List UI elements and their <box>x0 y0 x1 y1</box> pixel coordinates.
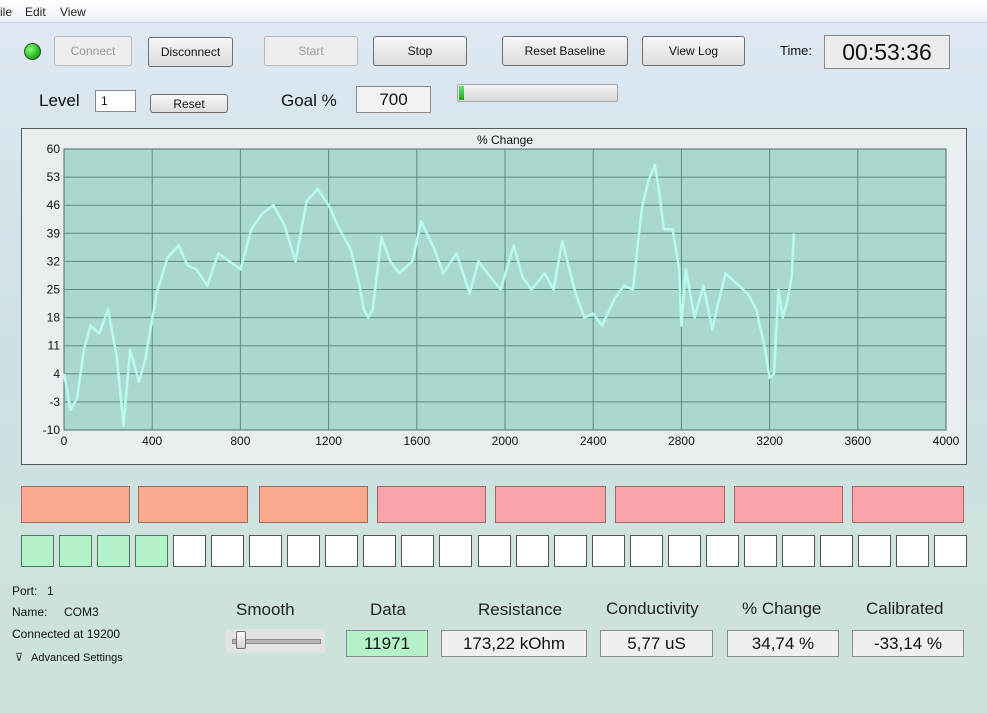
y-tick-label: 18 <box>47 311 61 325</box>
percent-change-chart: 0 400 800 1200 1600 2000 2400 2800 3200 3600 4000 6… <box>21 128 967 465</box>
x-tick-label: 0 <box>61 434 68 448</box>
goal-progress-fill <box>459 86 464 100</box>
y-tick-label: 32 <box>47 254 61 268</box>
y-tick-label: -3 <box>49 395 60 409</box>
y-tick-label: 25 <box>47 283 61 297</box>
percent-change-value: 34,74 % <box>727 630 839 657</box>
level-square-8 <box>287 535 320 567</box>
level-square-1 <box>21 535 54 567</box>
time-label: Time: <box>780 43 813 58</box>
level-square-12 <box>439 535 472 567</box>
x-tick-label: 2400 <box>580 434 607 448</box>
advanced-settings-link[interactable]: Advanced Settings <box>31 652 123 664</box>
indicator-block-4 <box>377 486 486 523</box>
x-tick-label: 800 <box>230 434 250 448</box>
level-square-25 <box>934 535 967 567</box>
chart-title: % Change <box>477 133 533 147</box>
x-tick-label: 2000 <box>492 434 519 448</box>
calibrated-header: Calibrated <box>866 599 944 618</box>
name-label: Name: <box>12 605 48 619</box>
x-tick-label: 400 <box>142 434 162 448</box>
level-square-20 <box>744 535 777 567</box>
y-tick-label: 60 <box>47 142 61 156</box>
indicator-block-2 <box>138 486 248 523</box>
level-square-17 <box>630 535 663 567</box>
name-value: COM3 <box>64 605 99 619</box>
goal-label: Goal % <box>281 91 337 110</box>
level-square-15 <box>554 535 587 567</box>
x-tick-label: 3600 <box>844 434 871 448</box>
time-display: 00:53:36 <box>824 35 950 69</box>
smooth-slider-thumb[interactable] <box>236 631 246 649</box>
x-tick-label: 2800 <box>668 434 695 448</box>
conductivity-header: Conductivity <box>606 599 699 618</box>
menu-bar: ile Edit View <box>0 0 987 23</box>
smooth-label: Smooth <box>236 600 295 619</box>
connect-button[interactable]: Connect <box>54 36 132 66</box>
goal-progress-bar <box>457 84 618 102</box>
y-tick-label: 39 <box>47 226 61 240</box>
menu-file[interactable]: ile <box>0 5 12 19</box>
level-input[interactable]: 1 <box>95 90 136 112</box>
expand-chevron-icon[interactable]: ⊽ <box>15 651 23 664</box>
level-square-9 <box>325 535 358 567</box>
y-tick-label: -10 <box>43 423 61 437</box>
y-tick-label: 11 <box>48 339 61 353</box>
y-tick-label: 46 <box>47 198 61 212</box>
x-tick-label: 1600 <box>403 434 430 448</box>
port-label: Port: <box>12 584 38 598</box>
connection-status-led-icon <box>24 43 41 60</box>
x-tick-label: 3200 <box>756 434 783 448</box>
x-tick-label: 4000 <box>933 434 960 448</box>
level-square-24 <box>896 535 929 567</box>
chart-svg: 0 400 800 1200 1600 2000 2400 2800 3200 3600 4000 6… <box>43 133 960 448</box>
indicator-block-6 <box>615 486 725 523</box>
indicator-block-5 <box>495 486 606 523</box>
conductivity-value: 5,77 uS <box>600 630 713 657</box>
level-square-18 <box>668 535 701 567</box>
connected-status-text: Connected at 19200 <box>12 627 121 641</box>
indicator-block-3 <box>259 486 368 523</box>
level-square-3 <box>97 535 130 567</box>
y-tick-label: 53 <box>47 170 61 184</box>
port-value: 1 <box>47 584 54 598</box>
menu-view[interactable]: View <box>60 5 86 19</box>
indicator-block-7 <box>734 486 843 523</box>
resistance-header: Resistance <box>478 600 563 619</box>
view-log-button[interactable]: View Log <box>642 36 745 66</box>
stop-button[interactable]: Stop <box>373 36 467 66</box>
level-square-11 <box>401 535 434 567</box>
resistance-value: 173,22 kOhm <box>441 630 587 657</box>
x-tick-label: 1200 <box>315 434 342 448</box>
menu-edit[interactable]: Edit <box>25 5 46 19</box>
goal-input[interactable]: 700 <box>356 86 431 113</box>
percent-change-header: % Change <box>742 599 822 618</box>
data-value: 11971 <box>346 630 428 657</box>
level-square-14 <box>516 535 549 567</box>
level-label: Level <box>39 91 80 110</box>
level-square-22 <box>820 535 853 567</box>
smooth-slider[interactable] <box>226 629 325 653</box>
level-square-7 <box>249 535 282 567</box>
level-square-21 <box>782 535 815 567</box>
indicator-block-8 <box>852 486 964 523</box>
level-reset-button[interactable]: Reset <box>150 94 228 113</box>
data-header: Data <box>370 600 406 619</box>
start-button[interactable]: Start <box>264 36 358 66</box>
disconnect-button[interactable]: Disconnect <box>148 37 233 67</box>
level-square-5 <box>173 535 206 567</box>
indicator-block-1 <box>21 486 130 523</box>
level-square-6 <box>211 535 244 567</box>
reset-baseline-button[interactable]: Reset Baseline <box>502 36 628 66</box>
level-square-23 <box>858 535 891 567</box>
y-tick-label: 4 <box>53 367 60 381</box>
level-square-16 <box>592 535 625 567</box>
level-square-4 <box>135 535 168 567</box>
level-square-13 <box>478 535 511 567</box>
level-square-19 <box>706 535 739 567</box>
level-square-10 <box>363 535 396 567</box>
calibrated-value: -33,14 % <box>852 630 964 657</box>
level-square-2 <box>59 535 92 567</box>
